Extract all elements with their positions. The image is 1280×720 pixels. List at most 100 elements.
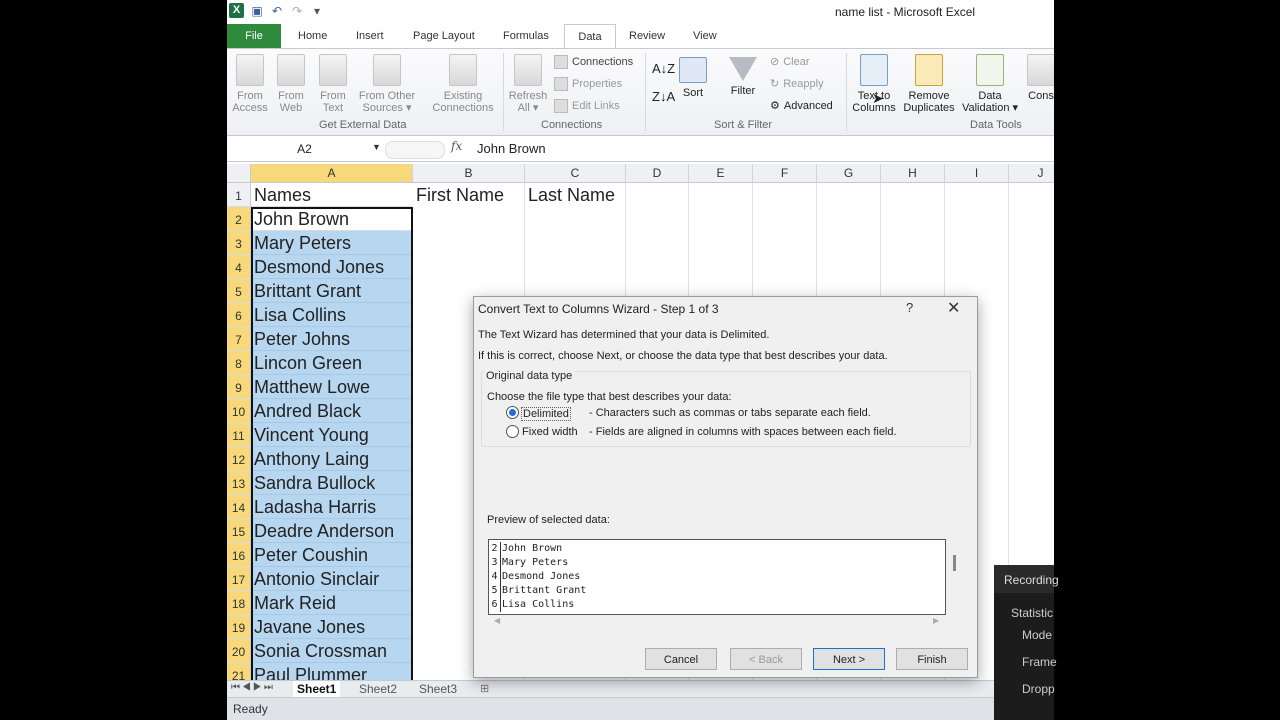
column-header-g[interactable]: G (817, 164, 881, 183)
row-header[interactable]: 14 (227, 495, 251, 519)
row-header[interactable]: 13 (227, 471, 251, 495)
row-header[interactable]: 5 (227, 279, 251, 303)
name-cell[interactable]: Peter Coushin (251, 543, 412, 567)
tab-formulas[interactable]: Formulas (503, 24, 549, 48)
sheet-tab-sheet1[interactable]: Sheet1 (293, 681, 341, 697)
scroll-right-icon[interactable]: ▶ (933, 616, 939, 625)
column-header-d[interactable]: D (626, 164, 689, 183)
finish-button[interactable]: Finish (896, 648, 968, 670)
name-cell[interactable]: Vincent Young (251, 423, 412, 447)
name-cell[interactable]: Paul Plummer (251, 663, 412, 680)
tab-page-layout[interactable]: Page Layout (413, 24, 475, 48)
name-box-dropdown-icon[interactable]: ▼ (372, 142, 381, 152)
sort-button[interactable]: Sort (677, 57, 709, 99)
column-header-i[interactable]: I (945, 164, 1009, 183)
name-cell[interactable]: Lisa Collins (251, 303, 412, 327)
tab-home[interactable]: Home (298, 24, 327, 48)
name-cell[interactable]: Peter Johns (251, 327, 412, 351)
name-cell[interactable]: Antonio Sinclair (251, 567, 412, 591)
sort-a-z-button[interactable]: A↓Z (652, 61, 675, 76)
radio-fixed-width[interactable] (506, 425, 519, 438)
tab-file[interactable]: File (227, 24, 281, 48)
name-cell[interactable]: Javane Jones (251, 615, 412, 639)
name-cell[interactable]: Ladasha Harris (251, 495, 412, 519)
radio-delimited[interactable] (506, 406, 519, 419)
row-header[interactable]: 12 (227, 447, 251, 471)
row-header[interactable]: 8 (227, 351, 251, 375)
next-button[interactable]: Next > (813, 648, 885, 670)
row-header[interactable]: 9 (227, 375, 251, 399)
cell-a1[interactable]: Names (251, 183, 412, 207)
name-cell[interactable]: Deadre Anderson (251, 519, 412, 543)
clear-button[interactable]: ⊘ Clear (770, 55, 810, 69)
tab-insert[interactable]: Insert (356, 24, 384, 48)
row-header[interactable]: 1 (227, 183, 251, 207)
select-all-corner[interactable] (227, 164, 251, 183)
close-icon[interactable]: ✕ (947, 298, 960, 318)
scroll-left-icon[interactable]: ◀ (494, 616, 500, 625)
column-header-j[interactable]: J (1009, 164, 1054, 183)
row-header[interactable]: 4 (227, 255, 251, 279)
column-header-e[interactable]: E (689, 164, 753, 183)
properties-button[interactable]: Properties (554, 77, 622, 91)
reapply-button[interactable]: ↻ Reapply (770, 77, 824, 91)
formula-bar-divider-handle[interactable] (385, 141, 445, 159)
from-text-button[interactable]: From Text (317, 54, 349, 114)
sheet-nav-arrows-icon[interactable]: ⏮◀▶⏭ (231, 682, 275, 693)
remove-duplicates-button[interactable]: Remove Duplicates (900, 54, 958, 114)
name-cell[interactable]: Andred Black (251, 399, 412, 423)
column-header-c[interactable]: C (525, 164, 626, 183)
name-cell[interactable]: Brittant Grant (251, 279, 412, 303)
name-cell[interactable]: Desmond Jones (251, 255, 412, 279)
row-header[interactable]: 16 (227, 543, 251, 567)
refresh-all-button[interactable]: Refresh All ▾ (508, 54, 548, 114)
sort-z-a-button[interactable]: Z↓A (652, 89, 675, 104)
help-icon[interactable]: ? (906, 300, 913, 315)
tab-review[interactable]: Review (629, 24, 665, 48)
data-validation-button[interactable]: Data Validation ▾ (959, 54, 1021, 114)
name-box[interactable]: A2 (227, 139, 382, 159)
name-cell[interactable]: Lincon Green (251, 351, 412, 375)
column-header-a[interactable]: A (251, 164, 413, 183)
formula-input[interactable]: John Brown (477, 141, 546, 156)
name-cell[interactable]: Sandra Bullock (251, 471, 412, 495)
undo-icon[interactable]: ↶ (270, 4, 284, 18)
row-header[interactable]: 20 (227, 639, 251, 663)
row-header[interactable]: 11 (227, 423, 251, 447)
name-cell[interactable]: Anthony Laing (251, 447, 412, 471)
insert-sheet-icon[interactable]: ⊞ (480, 682, 489, 695)
row-header[interactable]: 3 (227, 231, 251, 255)
edit-links-button[interactable]: Edit Links (554, 99, 620, 113)
name-cell[interactable]: Mark Reid (251, 591, 412, 615)
row-header[interactable]: 10 (227, 399, 251, 423)
name-cell[interactable]: Mary Peters (251, 231, 412, 255)
existing-connections-button[interactable]: Existing Connections (428, 54, 498, 114)
row-header[interactable]: 7 (227, 327, 251, 351)
row-header[interactable]: 21 (227, 663, 251, 680)
insert-function-icon[interactable]: fx (451, 139, 462, 153)
column-header-h[interactable]: H (881, 164, 945, 183)
label-delimited[interactable]: Delimited (521, 407, 571, 421)
back-button[interactable]: < Back (730, 648, 802, 670)
customize-qat-icon[interactable]: ▾ (310, 4, 324, 18)
advanced-button[interactable]: ⚙ Advanced (770, 99, 833, 113)
from-web-button[interactable]: From Web (275, 54, 307, 114)
filter-button[interactable]: Filter (725, 57, 761, 97)
name-cell[interactable]: John Brown (251, 207, 412, 231)
consolidate-button[interactable]: Cons (1025, 54, 1054, 102)
label-fixed-width[interactable]: Fixed width (522, 426, 578, 438)
tab-view[interactable]: View (693, 24, 717, 48)
row-header[interactable]: 6 (227, 303, 251, 327)
cancel-button[interactable]: Cancel (645, 648, 717, 670)
sheet-tab-sheet2[interactable]: Sheet2 (359, 681, 397, 697)
from-access-button[interactable]: From Access (232, 54, 268, 114)
column-header-b[interactable]: B (413, 164, 525, 183)
name-cell[interactable]: Matthew Lowe (251, 375, 412, 399)
row-header[interactable]: 2 (227, 207, 251, 231)
save-icon[interactable]: ▣ (250, 4, 264, 18)
column-header-f[interactable]: F (753, 164, 817, 183)
row-header[interactable]: 17 (227, 567, 251, 591)
row-header[interactable]: 15 (227, 519, 251, 543)
connections-button[interactable]: Connections (554, 55, 633, 69)
row-header[interactable]: 19 (227, 615, 251, 639)
